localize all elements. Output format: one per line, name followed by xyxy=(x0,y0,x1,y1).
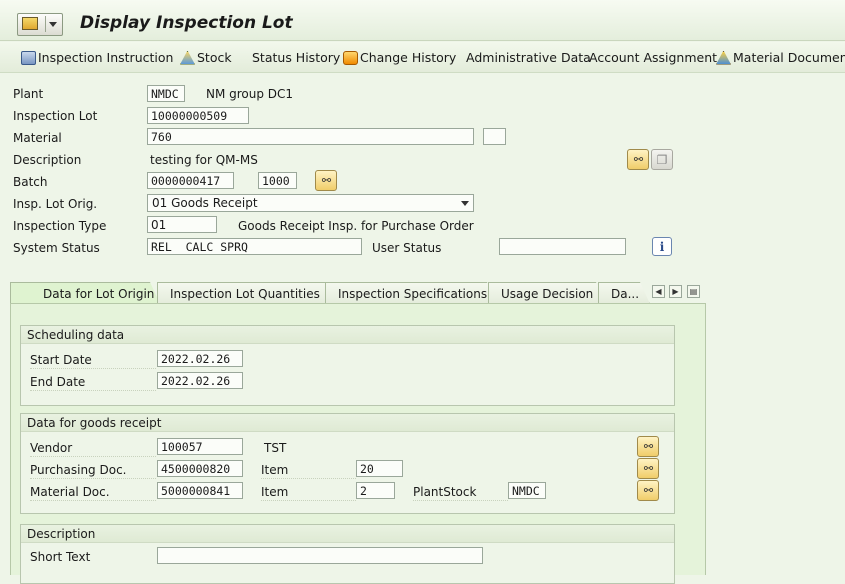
purchasing-doc-display-button[interactable]: ⚯ xyxy=(637,458,659,479)
tab-scroll-right-button[interactable]: ▶ xyxy=(669,285,682,298)
administrative-data-button[interactable]: Administrative Data xyxy=(466,50,591,65)
glasses-icon: ⚯ xyxy=(321,174,331,187)
material-extra-field[interactable] xyxy=(483,128,506,145)
status-info-button[interactable]: i xyxy=(652,237,672,256)
tab-more[interactable]: Da... xyxy=(598,282,650,304)
copy-icon: ❐ xyxy=(656,152,668,167)
vendor-field[interactable]: 100057 xyxy=(157,438,243,455)
system-status-field[interactable]: REL CALC SPRQ xyxy=(147,238,362,255)
page-title: Display Inspection Lot xyxy=(80,13,293,33)
scheduling-group: Scheduling data Start Date 2022.02.26 En… xyxy=(20,325,675,406)
start-date-label: Start Date xyxy=(30,351,156,369)
chevron-down-icon xyxy=(49,22,57,27)
status-history-button[interactable]: Status History xyxy=(252,50,340,65)
inspection-lot-field[interactable]: 10000000509 xyxy=(147,107,249,124)
description-label: Description xyxy=(13,153,82,167)
user-status-field[interactable] xyxy=(499,238,626,255)
end-date-label: End Date xyxy=(30,373,156,391)
vendor-display-button[interactable]: ⚯ xyxy=(637,436,659,457)
application-toolbar: Inspection Instruction Stock Status Hist… xyxy=(0,42,845,73)
change-history-button[interactable]: Change History xyxy=(343,50,456,65)
plant-field[interactable]: NMDC xyxy=(147,85,185,102)
glasses-icon: ⚯ xyxy=(643,440,653,453)
tab-strip: Data for Lot Origin Inspection Lot Quant… xyxy=(10,282,710,304)
account-assignment-button[interactable]: Account Assignment xyxy=(589,50,717,65)
scheduling-group-title: Scheduling data xyxy=(21,326,674,344)
purchasing-doc-field[interactable]: 4500000820 xyxy=(157,460,243,477)
inspection-lot-origin-select[interactable]: 01 Goods Receipt xyxy=(147,194,474,212)
plantstock-label: PlantStock xyxy=(413,483,508,501)
batch-label: Batch xyxy=(13,175,48,189)
po-item-field[interactable]: 20 xyxy=(356,460,403,477)
short-text-field[interactable] xyxy=(157,547,483,564)
tab-data-for-lot-origin[interactable]: Data for Lot Origin xyxy=(10,282,160,304)
system-menu-button[interactable] xyxy=(17,13,63,36)
tab-scroll-left-button[interactable]: ◀ xyxy=(652,285,665,298)
batch-display-button[interactable]: ⚯ xyxy=(315,170,337,191)
stock-button[interactable]: Stock xyxy=(180,50,232,65)
material-label: Material xyxy=(13,131,62,145)
material-documents-icon xyxy=(716,50,731,65)
material-doc-item-field[interactable]: 2 xyxy=(356,482,395,499)
material-doc-display-button[interactable]: ⚯ xyxy=(637,480,659,501)
tab-inspection-specifications[interactable]: Inspection Specifications xyxy=(325,282,497,304)
glasses-icon: ⚯ xyxy=(633,153,643,166)
material-field[interactable]: 760 xyxy=(147,128,474,145)
tab-inspection-lot-quantities[interactable]: Inspection Lot Quantities xyxy=(157,282,335,304)
description-value: testing for QM-MS xyxy=(150,153,258,167)
inspection-lot-origin-label: Insp. Lot Orig. xyxy=(13,197,98,211)
glasses-icon: ⚯ xyxy=(643,462,653,475)
plantstock-field[interactable]: NMDC xyxy=(508,482,546,499)
start-date-field[interactable]: 2022.02.26 xyxy=(157,350,243,367)
tab-list-button[interactable]: ▤ xyxy=(687,285,700,298)
material-doc-label: Material Doc. xyxy=(30,483,156,501)
plant-label: Plant xyxy=(13,87,44,101)
end-date-field[interactable]: 2022.02.26 xyxy=(157,372,243,389)
goods-receipt-group-title: Data for goods receipt xyxy=(21,414,674,432)
printer-icon xyxy=(21,50,36,65)
vendor-label: Vendor xyxy=(30,439,156,457)
inspection-type-field[interactable]: 01 xyxy=(147,216,217,233)
change-history-icon xyxy=(343,50,358,65)
description-group-title: Description xyxy=(21,525,674,543)
material-doc-item-label: Item xyxy=(261,483,356,501)
batch-plant-field[interactable]: 1000 xyxy=(258,172,297,189)
system-status-label: System Status xyxy=(13,241,100,255)
copy-button[interactable]: ❐ xyxy=(651,149,673,170)
material-documents-button[interactable]: Material Documents xyxy=(716,50,845,65)
inspection-type-label: Inspection Type xyxy=(13,219,107,233)
inspection-instruction-button[interactable]: Inspection Instruction xyxy=(21,50,173,65)
vendor-name: TST xyxy=(264,441,287,455)
tab-usage-decision[interactable]: Usage Decision xyxy=(488,282,606,304)
short-text-label: Short Text xyxy=(30,550,91,564)
po-item-label: Item xyxy=(261,461,356,479)
stock-icon xyxy=(180,50,195,65)
inspection-lot-label: Inspection Lot xyxy=(13,109,98,123)
purchasing-doc-label: Purchasing Doc. xyxy=(30,461,156,479)
glasses-icon: ⚯ xyxy=(643,484,653,497)
menu-icon xyxy=(22,17,38,30)
description-group: Description Short Text xyxy=(20,524,675,584)
display-object-button[interactable]: ⚯ xyxy=(627,149,649,170)
info-icon: i xyxy=(659,239,665,254)
tab-panel: Scheduling data Start Date 2022.02.26 En… xyxy=(10,303,706,584)
inspection-type-description: Goods Receipt Insp. for Purchase Order xyxy=(238,219,474,233)
batch-field[interactable]: 0000000417 xyxy=(147,172,234,189)
plant-description: NM group DC1 xyxy=(206,87,294,101)
user-status-label: User Status xyxy=(372,241,442,255)
chevron-down-icon xyxy=(461,201,469,206)
material-doc-field[interactable]: 5000000841 xyxy=(157,482,243,499)
goods-receipt-group: Data for goods receipt Vendor 100057 TST… xyxy=(20,413,675,514)
